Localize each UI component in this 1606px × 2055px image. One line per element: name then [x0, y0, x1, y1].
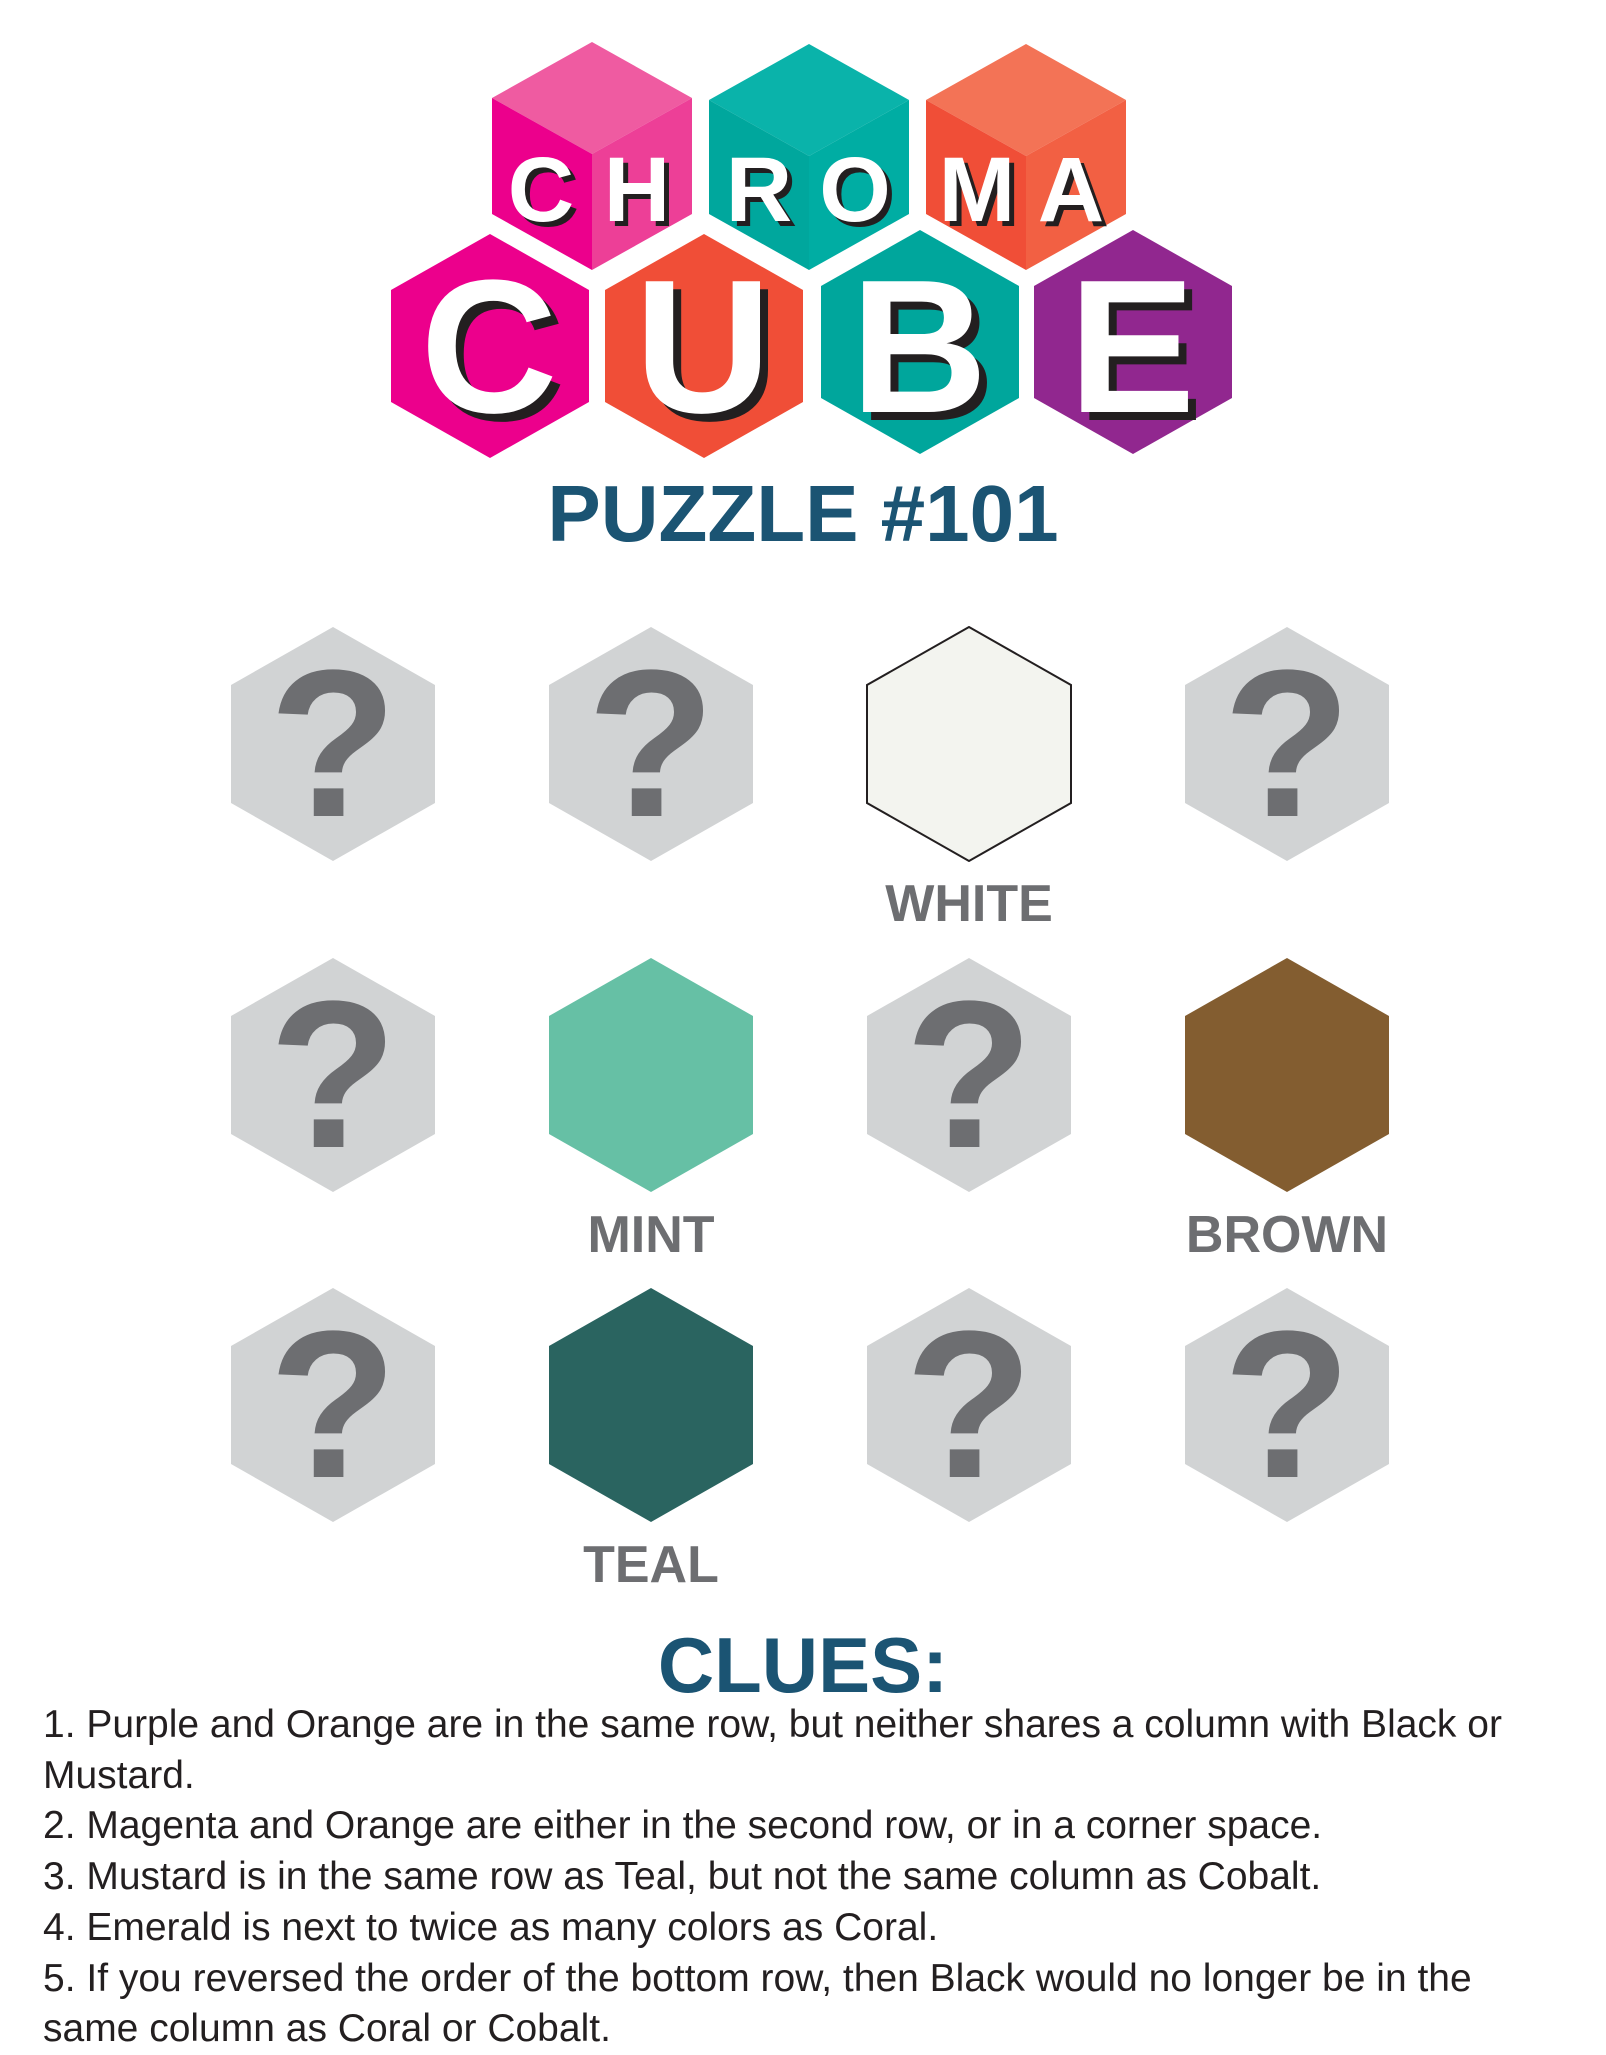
clues-list: 1. Purple and Orange are in the same row… [43, 1700, 1573, 2055]
hex-cell-unknown: ? [230, 957, 436, 1193]
hex-cell-mint [548, 957, 754, 1193]
hexagon-shape [549, 958, 753, 1192]
question-mark-icon: ? [268, 626, 398, 861]
color-label: MINT [587, 1206, 715, 1264]
hexagon-shape [549, 1288, 753, 1522]
hex-cell-brown [1184, 957, 1390, 1193]
svg-text:C: C [420, 241, 557, 453]
svg-text:B: B [850, 241, 987, 453]
clue-item: 4. Emerald is next to twice as many colo… [43, 1905, 939, 1949]
svg-text:H: H [604, 139, 670, 241]
hex-cell-teal [548, 1287, 754, 1523]
chroma-cube-logo: CH RO MA CH RO MA CU BE CU BE [391, 42, 1232, 461]
svg-text:U: U [634, 241, 771, 453]
question-mark-icon: ? [586, 626, 716, 861]
svg-text:R: R [726, 139, 792, 241]
color-label: BROWN [1185, 1206, 1389, 1264]
hex-cell-unknown: ? [1184, 1287, 1390, 1523]
hex-cell-unknown: ? [866, 1287, 1072, 1523]
clue-item: 3. Mustard is in the same row as Teal, b… [43, 1855, 1322, 1899]
hex-cell-unknown: ? [230, 626, 436, 862]
hex-cell-unknown: ? [230, 1287, 436, 1523]
logo-cube-text: CU BE [420, 241, 1195, 453]
question-mark-icon: ? [904, 957, 1034, 1192]
hexagon-shape [866, 626, 1072, 862]
puzzle-title: PUZZLE #101 [547, 469, 1059, 558]
svg-text:M: M [939, 139, 1016, 241]
clue-item: 5. If you reversed the order of the bott… [43, 1956, 1472, 2051]
hex-cell-unknown: ? [548, 626, 754, 862]
svg-text:A: A [1038, 139, 1104, 241]
clues-heading: CLUES: [657, 1621, 949, 1709]
clue-item: 1. Purple and Orange are in the same row… [43, 1703, 1502, 1797]
question-mark-icon: ? [904, 1287, 1034, 1522]
question-mark-icon: ? [268, 957, 398, 1192]
clue-item: 2. Magenta and Orange are either in the … [43, 1804, 1323, 1848]
question-mark-icon: ? [268, 1287, 398, 1522]
svg-text:C: C [508, 139, 574, 241]
svg-text:E: E [1069, 241, 1196, 453]
color-label: TEAL [583, 1536, 719, 1594]
svg-text:O: O [819, 139, 891, 241]
hex-cell-unknown: ? [1184, 626, 1390, 862]
hex-cell-white [866, 626, 1072, 862]
question-mark-icon: ? [1222, 626, 1352, 861]
hexagon-shape [1185, 958, 1389, 1192]
question-mark-icon: ? [1222, 1287, 1352, 1522]
color-label: WHITE [885, 875, 1053, 933]
hex-cell-unknown: ? [866, 957, 1072, 1193]
